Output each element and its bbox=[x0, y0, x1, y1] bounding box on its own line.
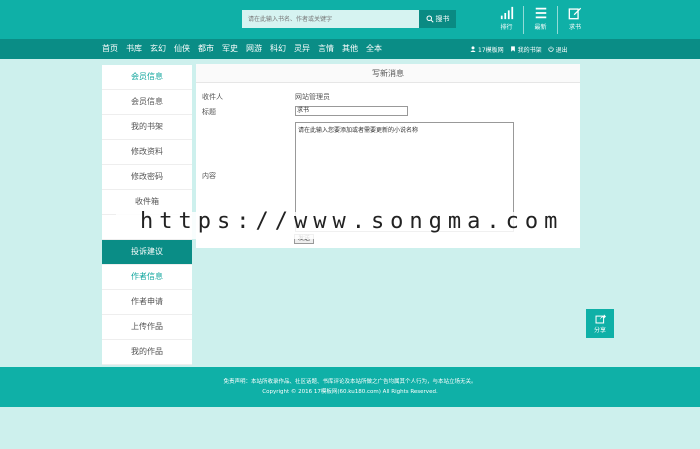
sidebar-item-feedback[interactable]: 投诉建议 bbox=[102, 240, 192, 265]
nav-item-romance[interactable]: 言情 bbox=[314, 39, 338, 59]
sidebar-item-author-apply[interactable]: 作者申请 bbox=[102, 290, 192, 315]
request-book-label: 求书 bbox=[568, 24, 581, 31]
latest-button[interactable]: 最新 bbox=[524, 6, 558, 34]
nav-item-other[interactable]: 其他 bbox=[338, 39, 362, 59]
search-input[interactable] bbox=[242, 10, 419, 28]
latest-label: 最新 bbox=[534, 24, 547, 31]
username-label: 17模板网 bbox=[478, 46, 504, 54]
sidebar-item-bookshelf[interactable]: 我的书架 bbox=[102, 115, 192, 140]
user-menu: 17模板网 我的书架 退出 bbox=[470, 39, 568, 59]
top-icon-group: 排行 最新 求书 bbox=[490, 6, 592, 34]
recipient-label: 收件人 bbox=[202, 93, 223, 101]
ranking-button[interactable]: 排行 bbox=[490, 6, 524, 34]
bar-chart-icon bbox=[500, 6, 513, 20]
footer-disclaimer: 免责声明：本站所收录作品、社区话题、书库评论及本站所做之广告均属其个人行为，与本… bbox=[223, 379, 477, 385]
nav-item-scifi[interactable]: 科幻 bbox=[266, 39, 290, 59]
bookshelf-link[interactable]: 我的书架 bbox=[510, 45, 542, 54]
footer-copyright: Copyright © 2016 17模板网(60.ku180.com) All… bbox=[262, 389, 438, 395]
sidebar-item-edit-profile[interactable]: 修改资料 bbox=[102, 140, 192, 165]
nav-item-military[interactable]: 军史 bbox=[218, 39, 242, 59]
nav-item-supernatural[interactable]: 灵异 bbox=[290, 39, 314, 59]
nav-menu: 首页 书库 玄幻 仙侠 都市 军史 网游 科幻 灵异 言情 其他 全本 bbox=[98, 39, 386, 59]
top-header: 搜书 排行 最新 求书 bbox=[0, 0, 700, 39]
share-icon bbox=[595, 314, 606, 324]
search-icon bbox=[426, 15, 434, 23]
edit-icon bbox=[568, 7, 582, 20]
logout-label: 退出 bbox=[555, 46, 568, 54]
bookshelf-label: 我的书架 bbox=[517, 46, 542, 54]
sidebar-item-my-works[interactable]: 我的作品 bbox=[102, 340, 192, 365]
sidebar-item-upload-work[interactable]: 上传作品 bbox=[102, 315, 192, 340]
page-footer: 免责声明：本站所收录作品、社区话题、书库评论及本站所做之广告均属其个人行为，与本… bbox=[0, 367, 700, 407]
power-icon bbox=[548, 46, 554, 52]
nav-item-xuanhuan[interactable]: 玄幻 bbox=[146, 39, 170, 59]
content-label: 内容 bbox=[202, 172, 216, 180]
watermark-text: https://www.songma.com bbox=[140, 209, 564, 234]
share-button[interactable]: 分享 bbox=[586, 309, 614, 338]
nav-item-online-game[interactable]: 网游 bbox=[242, 39, 266, 59]
sidebar-heading-author: 作者信息 bbox=[102, 265, 192, 290]
nav-item-complete[interactable]: 全本 bbox=[362, 39, 386, 59]
logout-link[interactable]: 退出 bbox=[548, 45, 568, 54]
ranking-label: 排行 bbox=[500, 24, 513, 31]
search-button-label: 搜书 bbox=[435, 15, 450, 23]
form-title: 写新消息 bbox=[196, 64, 580, 83]
nav-item-home[interactable]: 首页 bbox=[98, 39, 122, 59]
nav-item-library[interactable]: 书库 bbox=[122, 39, 146, 59]
share-label: 分享 bbox=[593, 327, 606, 334]
user-icon bbox=[470, 46, 476, 52]
recipient-value: 网站管理员 bbox=[295, 93, 330, 101]
user-link[interactable]: 17模板网 bbox=[470, 45, 504, 54]
nav-item-urban[interactable]: 都市 bbox=[194, 39, 218, 59]
sidebar-heading-member: 会员信息 bbox=[102, 65, 192, 90]
search-button[interactable]: 搜书 bbox=[419, 10, 456, 28]
sidebar-item-change-password[interactable]: 修改密码 bbox=[102, 165, 192, 190]
subject-label: 标题 bbox=[202, 108, 216, 116]
nav-item-xianxia[interactable]: 仙侠 bbox=[170, 39, 194, 59]
search-bar: 搜书 bbox=[242, 10, 456, 28]
bookmark-icon bbox=[510, 46, 515, 52]
subject-input[interactable]: 求书 bbox=[295, 106, 408, 116]
request-book-button[interactable]: 求书 bbox=[558, 6, 592, 34]
list-icon bbox=[535, 7, 546, 19]
main-nav: 首页 书库 玄幻 仙侠 都市 军史 网游 科幻 灵异 言情 其他 全本 17模板… bbox=[0, 39, 700, 59]
sidebar-item-member-info[interactable]: 会员信息 bbox=[102, 90, 192, 115]
